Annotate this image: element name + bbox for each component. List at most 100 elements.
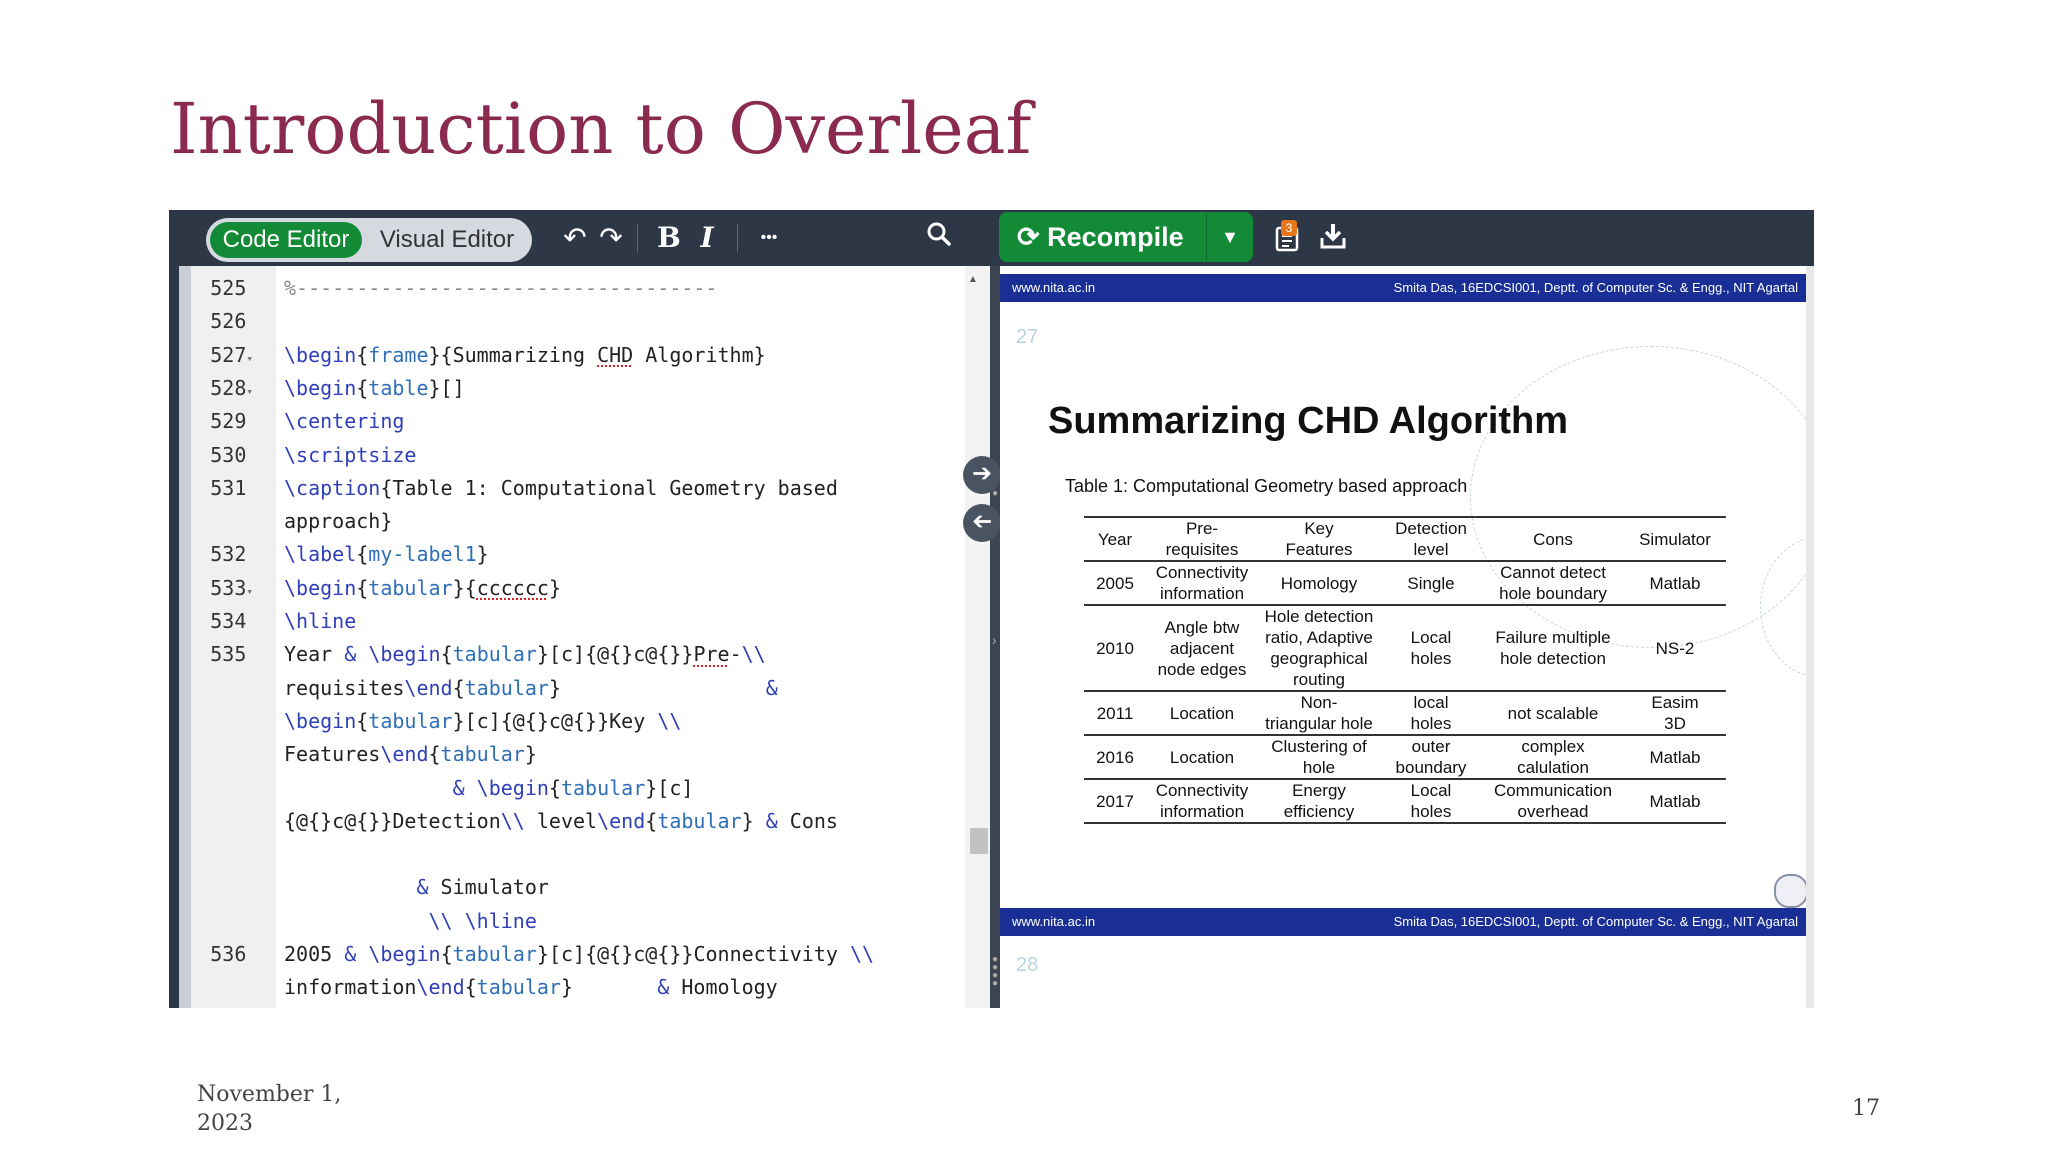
visual-editor-button[interactable]: Visual Editor: [366, 222, 528, 258]
code-text[interactable]: \hline: [284, 605, 356, 638]
toolbar-divider: [637, 224, 638, 252]
line-number: 529▾: [210, 409, 247, 434]
code-text[interactable]: \scriptsize: [284, 439, 416, 472]
table-cell: local holes: [1410, 693, 1452, 733]
table-row: 2005 Connectivity information Homology Singl…: [1084, 561, 1726, 605]
drag-handle-icon[interactable]: ●●●●: [992, 955, 998, 989]
code-text[interactable]: \caption{Table 1: Computational Geometry…: [284, 472, 838, 505]
pdf-preview-pane[interactable]: www.nita.ac.in Smita Das, 16EDCSI001, De…: [1000, 266, 1814, 1008]
code-line[interactable]: 526▾: [169, 305, 969, 338]
table-header-row: Year Pre-requisites Key Features Detection le…: [1084, 517, 1726, 561]
fold-arrow-icon[interactable]: ▾: [246, 352, 253, 365]
recompile-label: Recompile: [1047, 222, 1184, 252]
code-text[interactable]: \begin{frame}{Summarizing CHD Algorithm}: [284, 339, 766, 372]
pdf-site-url: www.nita.ac.in: [1012, 914, 1096, 929]
line-number: 525▾: [210, 276, 247, 300]
code-line[interactable]: 536▾ 2005 & \begin{tabular}[c]{@{}c@{}}Co…: [169, 938, 969, 971]
table-header-cell: Cons: [1533, 529, 1573, 549]
sync-to-code-arrow-icon[interactable]: ➔: [963, 504, 1001, 542]
code-line[interactable]: 525▾ %-----------------------------------: [169, 272, 969, 305]
code-line[interactable]: approach}: [169, 505, 969, 538]
slide-date-line: 2023: [197, 1111, 253, 1136]
code-text[interactable]: 2005 & \begin{tabular}[c]{@{}c@{}}Connec…: [284, 938, 874, 971]
pdf-table-caption: Table 1: Computational Geometry based ap…: [1065, 476, 1468, 496]
table-cell: Matlab: [1649, 747, 1701, 767]
code-text[interactable]: & Simulator: [284, 871, 548, 904]
table-cell: Homology: [1280, 573, 1358, 593]
pane-divider[interactable]: ●●●● › ●●●●: [990, 266, 1000, 1008]
slide-date-line: November 1,: [197, 1082, 342, 1107]
code-text[interactable]: \begin{tabular}{cccccc}: [284, 572, 561, 605]
code-text[interactable]: approach}: [284, 505, 392, 538]
code-line[interactable]: 527▾ \begin{frame}{Summarizing CHD Algori…: [169, 339, 969, 372]
code-line[interactable]: 532▾ \label{my-label1}: [169, 538, 969, 571]
sync-to-pdf-arrow-icon[interactable]: ➔: [963, 456, 1001, 494]
editor-mode-toggle[interactable]: Code Editor Visual Editor: [206, 218, 532, 262]
code-editor-pane[interactable]: 525▾ %-----------------------------------…: [169, 266, 990, 1008]
code-text[interactable]: Features\end{tabular}: [284, 738, 537, 771]
code-line[interactable]: information\end{tabular} & Homology: [169, 971, 969, 1004]
code-line[interactable]: [169, 838, 969, 871]
table-cell: complex calulation: [1517, 737, 1589, 777]
pdf-slide-header-bar: www.nita.ac.in Smita Das, 16EDCSI001, De…: [1000, 274, 1806, 302]
table-row: 2011 Location Non-triangular hole local hole…: [1084, 691, 1726, 735]
table-cell: Single: [1407, 573, 1455, 593]
code-line[interactable]: Features\end{tabular}: [169, 738, 969, 771]
slide-date: November 1, 2023: [197, 1080, 357, 1138]
undo-icon[interactable]: ↶: [557, 220, 593, 256]
recompile-options-dropdown[interactable]: ▼: [1206, 212, 1253, 262]
code-line[interactable]: requisites\end{tabular} &: [169, 672, 969, 705]
code-text[interactable]: information\end{tabular} & Homology: [284, 971, 778, 1004]
table-cell: Energy efficiency: [1283, 781, 1355, 821]
table-cell: outer boundary: [1395, 737, 1467, 777]
editor-scroll-thumb[interactable]: [970, 828, 988, 854]
code-text[interactable]: & \begin{tabular}[c]: [284, 772, 694, 805]
code-text[interactable]: \begin{tabular}[c]{@{}c@{}}Key \\: [284, 705, 681, 738]
code-line[interactable]: \begin{tabular}[c]{@{}c@{}}Key \\: [169, 705, 969, 738]
code-line[interactable]: & Simulator: [169, 871, 969, 904]
table-header-cell: Pre-requisites: [1165, 519, 1239, 559]
fold-arrow-icon[interactable]: ▾: [246, 585, 253, 598]
code-text[interactable]: %-----------------------------------: [284, 272, 717, 305]
code-text[interactable]: \\ \hline: [284, 905, 537, 938]
table-header-cell: Key Features: [1285, 519, 1353, 559]
line-number: 527▾: [210, 342, 253, 367]
code-line[interactable]: 528▾ \begin{table}[]: [169, 372, 969, 405]
code-text[interactable]: requisites\end{tabular} &: [284, 672, 778, 705]
redo-icon[interactable]: ↷: [593, 220, 629, 256]
code-text[interactable]: \centering: [284, 405, 404, 438]
code-line[interactable]: 535▾ Year & \begin{tabular}[c]{@{}c@{}}Pr…: [169, 638, 969, 671]
pdf-site-url: www.nita.ac.in: [1012, 280, 1096, 295]
scroll-up-icon[interactable]: ▲: [968, 274, 978, 285]
table-cell: 2011: [1096, 703, 1134, 723]
code-line[interactable]: & \begin{tabular}[c]: [169, 772, 969, 805]
table-cell: Connectivity information: [1155, 781, 1249, 821]
code-text[interactable]: {@{}c@{}}Detection\\ level\end{tabular} …: [284, 805, 838, 838]
italic-button[interactable]: I: [689, 220, 725, 256]
code-line[interactable]: {@{}c@{}}Detection\\ level\end{tabular} …: [169, 805, 969, 838]
recompile-button[interactable]: ⟳ Recompile ▼: [999, 212, 1253, 262]
code-line[interactable]: 529▾ \centering: [169, 405, 969, 438]
code-editor-button[interactable]: Code Editor: [210, 222, 362, 258]
code-text[interactable]: Year & \begin{tabular}[c]{@{}c@{}}Pre-\\: [284, 638, 766, 671]
code-line[interactable]: 530▾ \scriptsize: [169, 439, 969, 472]
line-number: 536▾: [210, 942, 247, 966]
expand-pane-icon[interactable]: ›: [992, 633, 998, 647]
fold-arrow-icon[interactable]: ▾: [246, 385, 253, 398]
download-pdf-icon[interactable]: [1315, 222, 1351, 258]
table-cell: Connectivity information: [1155, 563, 1249, 603]
table-cell: 2005: [1096, 573, 1134, 593]
code-line[interactable]: \\ \hline: [169, 905, 969, 938]
code-line[interactable]: 533▾ \begin{tabular}{cccccc}: [169, 572, 969, 605]
bold-button[interactable]: B: [651, 220, 687, 256]
code-line[interactable]: 531▾ \caption{Table 1: Computational Geom…: [169, 472, 969, 505]
editor-scrollbar[interactable]: [965, 266, 990, 1008]
search-icon[interactable]: [921, 220, 957, 256]
line-number: 531▾: [210, 475, 247, 500]
more-options-button[interactable]: •••: [751, 220, 787, 256]
pdf-scrollbar[interactable]: [1806, 266, 1814, 1008]
code-text[interactable]: \begin{table}[]: [284, 372, 465, 405]
code-line[interactable]: 534▾ \hline: [169, 605, 969, 638]
table-cell: 2017: [1096, 791, 1134, 811]
code-text[interactable]: \label{my-label1}: [284, 538, 489, 571]
